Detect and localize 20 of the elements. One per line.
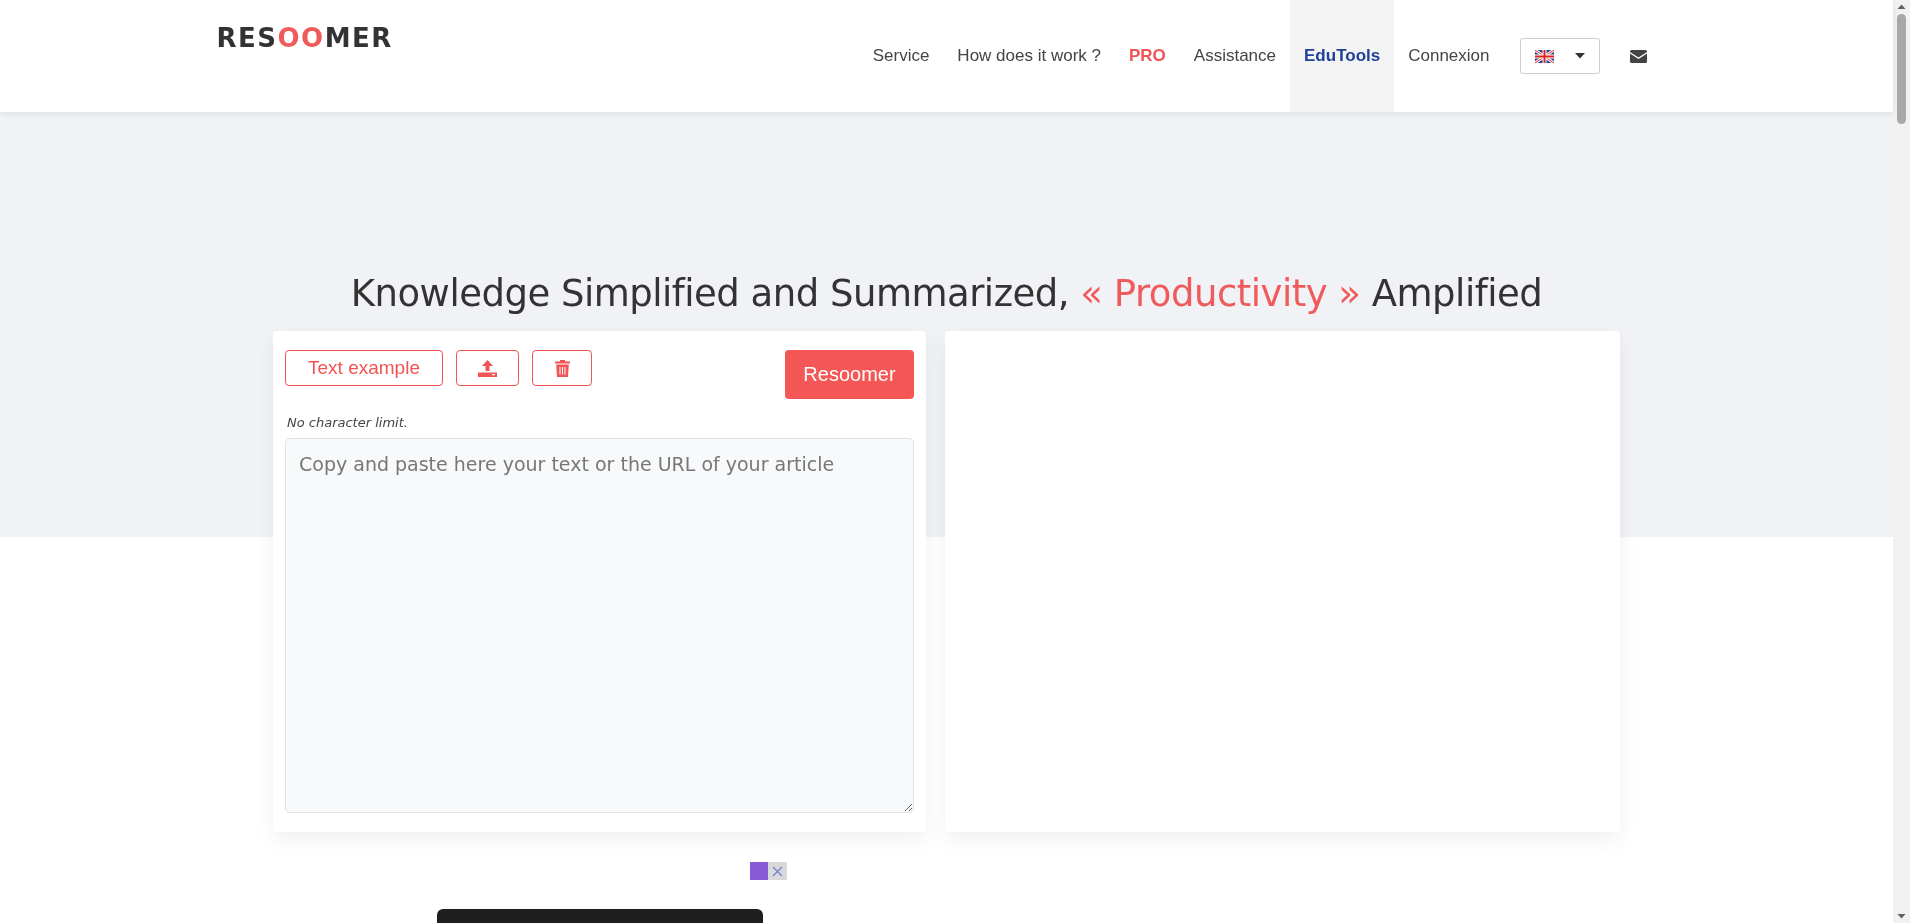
upload-icon bbox=[478, 359, 497, 377]
mail-icon[interactable] bbox=[1629, 49, 1647, 63]
page-heading: Knowledge Simplified and Summarized, « Productivity » Amplified bbox=[349, 272, 1544, 315]
character-limit-note: No character limit. bbox=[287, 415, 409, 430]
nav-link[interactable]: Service bbox=[858, 0, 944, 112]
trash-icon bbox=[554, 359, 570, 377]
nav-link[interactable]: EduTools bbox=[1290, 0, 1395, 112]
nav-link[interactable]: How does it work ? bbox=[943, 0, 1115, 112]
nav-link[interactable]: Connexion bbox=[1394, 0, 1504, 112]
upload-button[interactable] bbox=[456, 350, 519, 386]
language-dropdown[interactable] bbox=[1519, 38, 1600, 74]
caret-icon bbox=[1574, 53, 1585, 59]
scrollbar[interactable] bbox=[1893, 0, 1910, 923]
flag-icon bbox=[1534, 49, 1554, 63]
close-icon[interactable] bbox=[768, 862, 787, 880]
nav-link[interactable]: Assistance bbox=[1179, 0, 1291, 112]
logo[interactable]: RESOOMER bbox=[216, 22, 393, 54]
text-input-field[interactable]: Copy and paste here your text or the URL of your article bbox=[285, 438, 914, 813]
delete-button[interactable] bbox=[532, 350, 592, 386]
scrollbar-thumb[interactable] bbox=[1897, 14, 1906, 124]
